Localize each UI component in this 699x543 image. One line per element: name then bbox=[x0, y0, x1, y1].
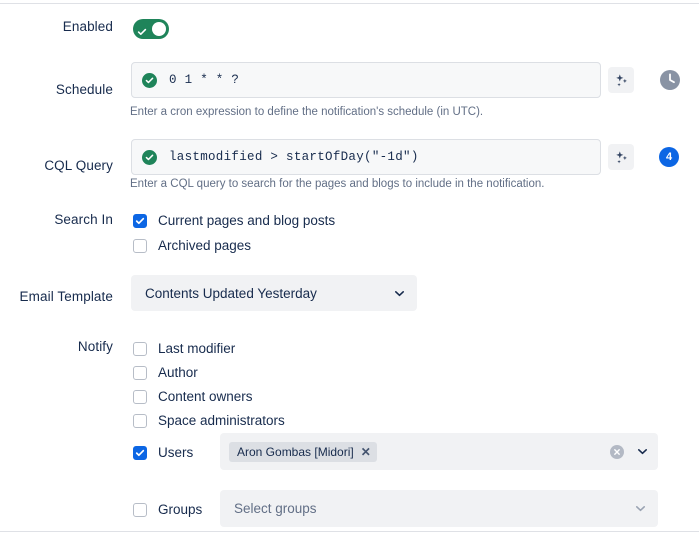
valid-check-icon bbox=[142, 149, 157, 165]
checkbox-label-author: Author bbox=[158, 365, 198, 380]
ai-sparkle-icon-cql[interactable] bbox=[608, 144, 634, 170]
users-select[interactable]: Aron Gombas [Midori] ✕ bbox=[220, 433, 658, 470]
clock-icon[interactable] bbox=[659, 69, 681, 91]
checkbox-row-archived-pages[interactable]: Archived pages bbox=[133, 236, 251, 256]
groups-placeholder: Select groups bbox=[234, 501, 317, 516]
checkbox-label-last-modifier: Last modifier bbox=[158, 341, 236, 356]
email-template-select[interactable]: Contents Updated Yesterday bbox=[131, 275, 417, 311]
checkbox-label-groups: Groups bbox=[158, 502, 203, 517]
checkbox-label-users: Users bbox=[158, 445, 194, 460]
checkbox-label-content-owners: Content owners bbox=[158, 389, 253, 404]
checkbox-content-owners[interactable] bbox=[133, 390, 147, 404]
label-cql-query: CQL Query bbox=[44, 158, 113, 173]
toggle-knob bbox=[152, 22, 166, 36]
groups-select[interactable]: Select groups bbox=[220, 490, 658, 527]
checkbox-space-administrators[interactable] bbox=[133, 414, 147, 428]
bottom-divider bbox=[0, 531, 699, 532]
ai-sparkle-icon-schedule[interactable] bbox=[608, 67, 634, 93]
checkbox-row-groups[interactable]: Groups bbox=[133, 500, 202, 520]
label-search-in: Search In bbox=[54, 212, 113, 227]
label-schedule: Schedule bbox=[55, 82, 113, 97]
chevron-down-icon[interactable] bbox=[634, 502, 647, 515]
cql-query-value: lastmodified > startOfDay("-1d") bbox=[169, 150, 419, 164]
checkbox-row-users[interactable]: Users bbox=[133, 443, 193, 463]
checkbox-row-current-pages[interactable]: Current pages and blog posts bbox=[133, 211, 335, 231]
enabled-toggle[interactable] bbox=[133, 19, 169, 39]
checkbox-author[interactable] bbox=[133, 366, 147, 380]
checkbox-archived-pages[interactable] bbox=[133, 239, 147, 253]
cql-query-input[interactable]: lastmodified > startOfDay("-1d") bbox=[131, 139, 601, 175]
valid-check-icon bbox=[142, 72, 157, 88]
top-divider bbox=[0, 3, 699, 4]
close-icon[interactable]: ✕ bbox=[361, 446, 371, 458]
checkbox-current-pages[interactable] bbox=[133, 214, 147, 228]
email-template-value: Contents Updated Yesterday bbox=[145, 285, 317, 301]
checkbox-row-author[interactable]: Author bbox=[133, 363, 198, 383]
checkbox-groups[interactable] bbox=[133, 503, 147, 517]
ai-sparkle-icon bbox=[615, 73, 627, 86]
user-chip-label: Aron Gombas [Midori] bbox=[237, 444, 354, 459]
checkbox-label-archived-pages: Archived pages bbox=[158, 238, 252, 253]
user-chip[interactable]: Aron Gombas [Midori] ✕ bbox=[229, 441, 377, 462]
checkbox-row-content-owners[interactable]: Content owners bbox=[133, 387, 253, 407]
checkbox-label-space-administrators: Space administrators bbox=[158, 413, 285, 428]
checkbox-label-current-pages: Current pages and blog posts bbox=[158, 213, 336, 228]
notification-settings-form: Enabled Schedule 0 1 * * ? Enter a cron … bbox=[0, 0, 699, 543]
schedule-input[interactable]: 0 1 * * ? bbox=[131, 62, 601, 98]
clear-all-icon[interactable] bbox=[610, 444, 624, 459]
chevron-down-icon[interactable] bbox=[636, 445, 649, 458]
checkbox-users[interactable] bbox=[133, 446, 147, 460]
chevron-down-icon[interactable] bbox=[393, 287, 406, 300]
label-email-template: Email Template bbox=[19, 289, 113, 304]
label-enabled: Enabled bbox=[62, 19, 113, 34]
schedule-value: 0 1 * * ? bbox=[169, 73, 240, 87]
checkbox-row-space-administrators[interactable]: Space administrators bbox=[133, 411, 285, 431]
checkbox-row-last-modifier[interactable]: Last modifier bbox=[133, 339, 235, 359]
ai-sparkle-icon bbox=[615, 150, 627, 163]
cql-result-count-badge[interactable]: 4 bbox=[659, 147, 679, 167]
checkbox-last-modifier[interactable] bbox=[133, 342, 147, 356]
schedule-help-text: Enter a cron expression to define the no… bbox=[130, 106, 484, 118]
check-icon bbox=[137, 24, 147, 35]
cql-query-help-text: Enter a CQL query to search for the page… bbox=[130, 178, 545, 190]
label-notify: Notify bbox=[77, 339, 113, 354]
